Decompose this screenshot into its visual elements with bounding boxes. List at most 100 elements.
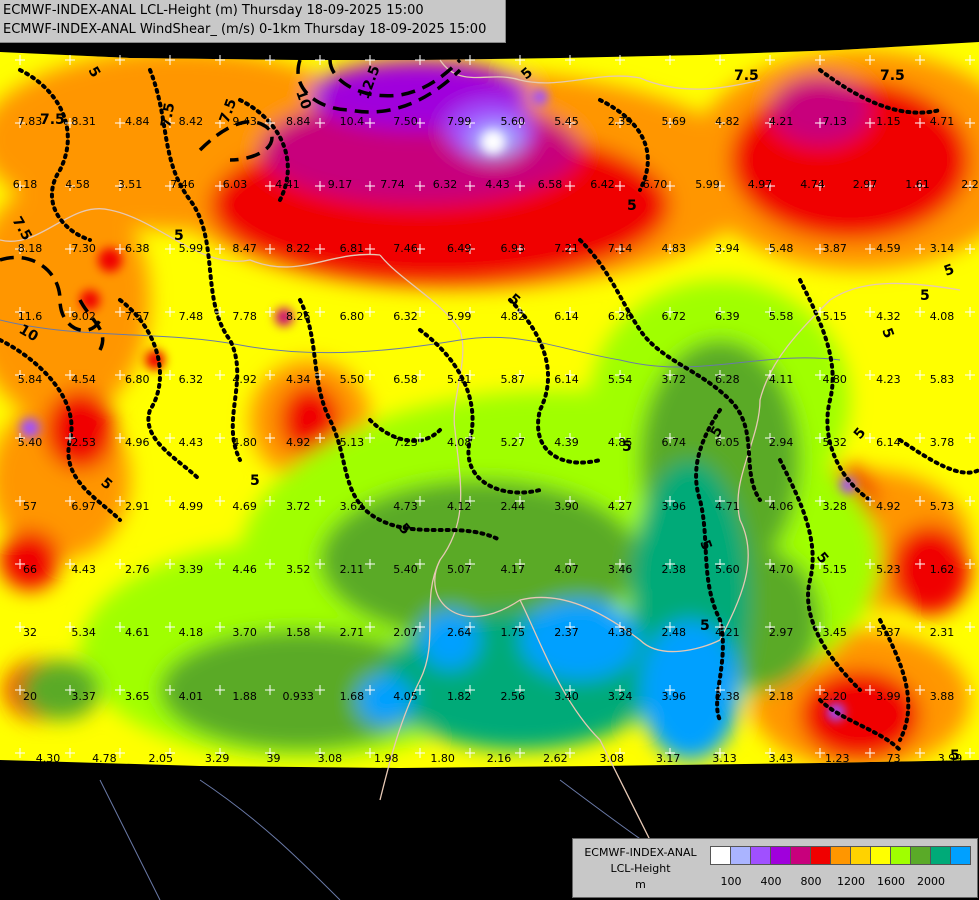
shear-value-label: 5.37 xyxy=(876,626,901,639)
shear-value-label: 5.45 xyxy=(554,115,579,128)
shear-value-label: 2.31 xyxy=(930,626,955,639)
shear-value-label: 2.18 xyxy=(769,690,794,703)
shear-value-label: 5.27 xyxy=(501,436,526,449)
shear-value-label: 4.43 xyxy=(179,436,204,449)
shear-value-label: 3.17 xyxy=(656,752,681,765)
shear-value-label: 4.27 xyxy=(608,500,633,513)
shear-value-label: 7.99 xyxy=(447,115,472,128)
shear-value-label: 4.38 xyxy=(608,626,633,639)
shear-value-label: 7.21 xyxy=(554,242,579,255)
shear-value-label: 6.03 xyxy=(223,178,248,191)
shear-value-label: 5.60 xyxy=(501,115,526,128)
shear-value-label: 3.37 xyxy=(71,690,96,703)
shear-value-label: 1.98 xyxy=(374,752,399,765)
shear-value-label: 2.44 xyxy=(501,500,526,513)
shear-value-label: 32 xyxy=(23,626,37,639)
shear-value-label: 4.92 xyxy=(232,373,257,386)
shear-value-label: 5.60 xyxy=(715,563,740,576)
shear-value-label: 3.72 xyxy=(662,373,687,386)
header-line-lcl: ECMWF-INDEX-ANAL LCL-Height (m) Thursday… xyxy=(3,3,424,18)
shear-value-label: 2.62 xyxy=(543,752,568,765)
legend-tick-label: 800 xyxy=(800,875,822,888)
shear-value-label: 2.91 xyxy=(125,500,150,513)
shear-value-label: 3.39 xyxy=(179,563,204,576)
shear-value-label: 3.88 xyxy=(930,690,955,703)
shear-value-label: 6.28 xyxy=(715,373,740,386)
shear-value-label: 4.34 xyxy=(286,373,311,386)
shear-value-label: 3.87 xyxy=(822,242,847,255)
shear-value-label: 6.80 xyxy=(340,310,365,323)
shear-value-label: 2.39 xyxy=(608,115,633,128)
contour-label: 5 xyxy=(920,288,930,304)
shear-value-label: 5.41 xyxy=(447,373,472,386)
shear-value-label: 4.12 xyxy=(447,500,472,513)
shear-value-label: 5.69 xyxy=(662,115,687,128)
shear-value-label: 3.65 xyxy=(125,690,150,703)
shear-value-label: 5.99 xyxy=(179,242,204,255)
shear-value-label: 1.75 xyxy=(501,626,526,639)
shear-value-label: 3.78 xyxy=(930,436,955,449)
shear-value-label: 6.70 xyxy=(643,178,668,191)
shear-value-label: 3.43 xyxy=(769,752,794,765)
shear-value-label: 2.76 xyxy=(125,563,150,576)
shear-value-label: 4.17 xyxy=(501,563,526,576)
shear-value-label: 2.05 xyxy=(149,752,174,765)
shear-value-label: 4.92 xyxy=(286,436,311,449)
shear-value-label: 9.43 xyxy=(232,115,257,128)
shear-value-label: 4.92 xyxy=(876,500,901,513)
shear-value-label: 5.99 xyxy=(447,310,472,323)
contour-label: 5 xyxy=(700,618,710,634)
shear-value-label: 4.21 xyxy=(769,115,794,128)
shear-value-label: 3.96 xyxy=(662,690,687,703)
shear-value-label: 4.96 xyxy=(125,436,150,449)
legend-swatch xyxy=(850,846,871,865)
shear-value-label: 1.15 xyxy=(876,115,901,128)
shear-value-label: 3.13 xyxy=(712,752,737,765)
shear-value-label: 7.74 xyxy=(380,178,405,191)
shear-value-label: 3.08 xyxy=(318,752,343,765)
shear-value-label: 4.69 xyxy=(232,500,257,513)
shear-value-label: 6.14 xyxy=(876,436,901,449)
shear-value-label: 2.97 xyxy=(853,178,878,191)
contour-label: 7.5 xyxy=(40,112,65,128)
shear-value-label: 4.61 xyxy=(125,626,150,639)
shear-value-label: 4.78 xyxy=(92,752,117,765)
shear-value-label: 2.48 xyxy=(662,626,687,639)
legend-tick-label: 2000 xyxy=(917,875,945,888)
shear-value-label: 3.29 xyxy=(205,752,230,765)
shear-value-label: 7.23 xyxy=(393,436,418,449)
shear-value-label: 1.82 xyxy=(447,690,472,703)
shear-value-label: 6.26 xyxy=(608,310,633,323)
shear-value-label: 4.80 xyxy=(232,436,257,449)
shear-value-label: 6.58 xyxy=(538,178,563,191)
shear-value-label: 4.70 xyxy=(769,563,794,576)
shear-value-label: 5.07 xyxy=(447,563,472,576)
legend-swatch xyxy=(930,846,951,865)
shear-value-label: 5.73 xyxy=(930,500,955,513)
shear-value-label: 3.28 xyxy=(822,500,847,513)
legend-swatch xyxy=(750,846,771,865)
shear-value-label: 6.38 xyxy=(125,242,150,255)
shear-value-label: 4.23 xyxy=(876,373,901,386)
legend-swatch xyxy=(870,846,891,865)
shear-value-label: 1.68 xyxy=(340,690,365,703)
shear-value-label: 4.41 xyxy=(275,178,300,191)
shear-value-label: 7.13 xyxy=(822,115,847,128)
contour-label: 7.5 xyxy=(734,68,759,84)
shear-value-label: 3.99 xyxy=(876,690,901,703)
shear-value-label: 2.11 xyxy=(340,563,365,576)
shear-value-label: 4.05 xyxy=(393,690,418,703)
shear-value-label: 5.87 xyxy=(501,373,526,386)
shear-value-label: 5.40 xyxy=(393,563,418,576)
legend-swatch xyxy=(950,846,971,865)
contour-label: 7.5 xyxy=(880,68,905,84)
shear-value-label: 2.16 xyxy=(487,752,512,765)
legend-source: ECMWF-INDEX-ANAL xyxy=(584,846,697,859)
shear-value-label: 8.42 xyxy=(179,115,204,128)
shear-value-label: 3.14 xyxy=(930,242,955,255)
legend-swatch xyxy=(810,846,831,865)
shear-value-label: 5.50 xyxy=(340,373,365,386)
shear-value-label: 6.58 xyxy=(393,373,418,386)
shear-value-label: 7.46 xyxy=(393,242,418,255)
shear-value-label: 8.26 xyxy=(286,310,311,323)
